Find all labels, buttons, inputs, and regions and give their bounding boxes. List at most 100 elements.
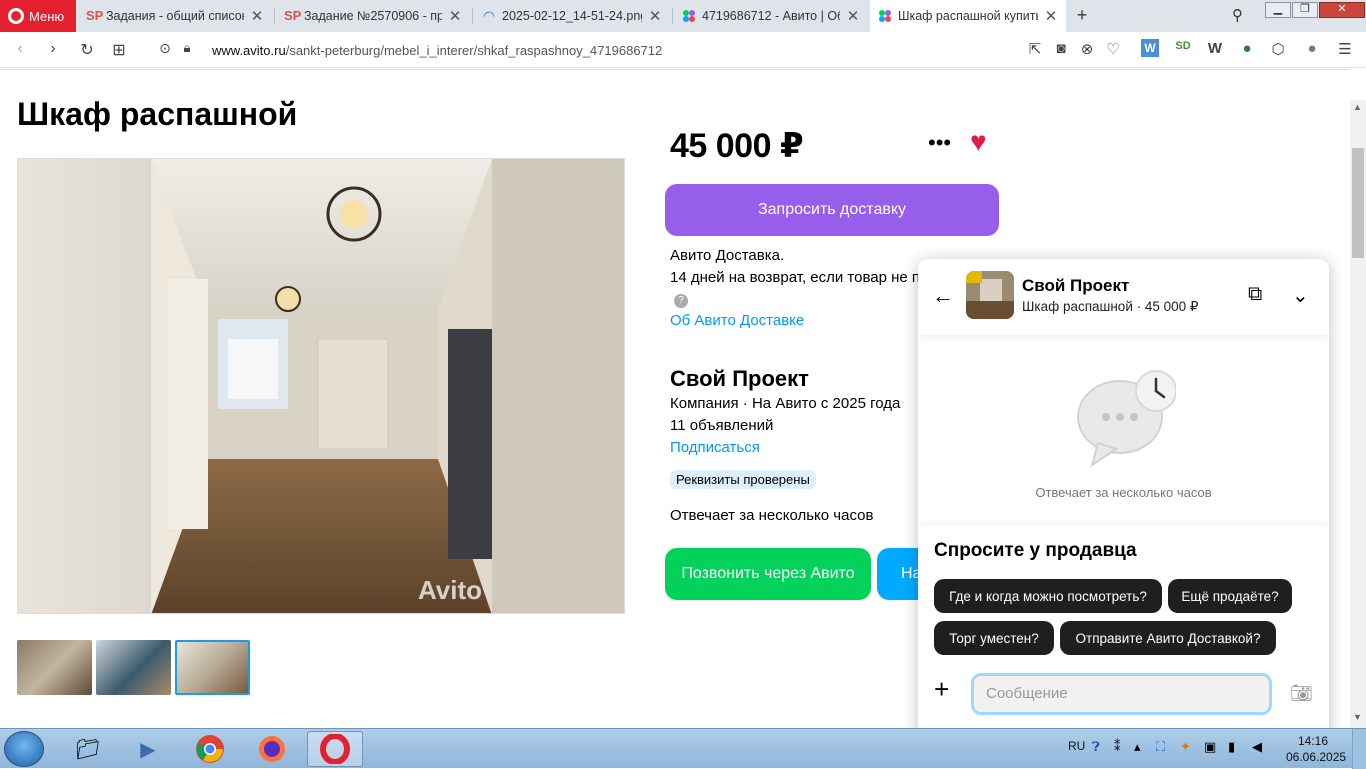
back-button[interactable]: ‹ bbox=[10, 40, 30, 58]
camera-icon[interactable]: 📷︎ bbox=[1290, 683, 1313, 704]
share-icon[interactable]: ⇱ bbox=[1025, 40, 1045, 58]
new-tab-button[interactable]: + bbox=[1072, 5, 1092, 26]
quick-question-chip[interactable]: Отправите Авито Доставкой? bbox=[1060, 621, 1276, 655]
url-host: www.avito.ru bbox=[212, 43, 286, 58]
maximize-button[interactable]: ❐ bbox=[1292, 2, 1318, 18]
volume-icon[interactable]: ◀ bbox=[1252, 739, 1262, 755]
adblock-icon[interactable]: ⊗ bbox=[1077, 40, 1097, 58]
word-extension-icon[interactable]: W bbox=[1141, 39, 1159, 57]
window-close-button[interactable]: ✕ bbox=[1319, 2, 1365, 18]
message-input[interactable]: Сообщение bbox=[971, 673, 1272, 715]
media-player-icon[interactable]: ▶ bbox=[120, 731, 176, 767]
tab-avito-ad[interactable]: 4719686712 - Авито | Объ ✕ bbox=[674, 0, 868, 32]
location-pin-icon[interactable]: ⊙ bbox=[155, 40, 175, 57]
sp-favicon-icon: SP bbox=[86, 8, 104, 23]
minimize-button[interactable]: ▁ bbox=[1265, 2, 1291, 18]
language-indicator[interactable]: RU bbox=[1068, 739, 1085, 753]
taskbar: 📁︎ ▶ RU ❓︎ ⁑ ▴ ⛶ ✦ ▣ ▮ ◀ 14:16 06.06.202… bbox=[0, 728, 1366, 769]
tab-title: Задания - общий список з bbox=[106, 9, 244, 23]
quick-question-chip[interactable]: Где и когда можно посмотреть? bbox=[934, 579, 1162, 613]
close-icon[interactable]: ✕ bbox=[1044, 7, 1058, 25]
opera-menu-button[interactable]: Меню bbox=[0, 0, 76, 32]
chat-reply-note: Отвечает за несколько часов bbox=[1035, 485, 1212, 500]
image-favicon-icon: ◠ bbox=[483, 8, 495, 23]
clock-time[interactable]: 14:16 bbox=[1298, 734, 1328, 748]
call-via-avito-button[interactable]: Позвонить через Авито bbox=[665, 548, 871, 600]
start-button[interactable] bbox=[4, 731, 44, 767]
profile-avatar-icon[interactable]: ● bbox=[1302, 40, 1322, 57]
close-icon[interactable]: ✕ bbox=[846, 7, 860, 25]
tab-task-2570906[interactable]: SP Задание №2570906 - прос ✕ bbox=[276, 0, 470, 32]
device-tray-icon[interactable]: ▣ bbox=[1204, 739, 1216, 755]
seller-ads-count[interactable]: 11 объявлений bbox=[670, 417, 773, 434]
easy-setup-icon[interactable]: ☰ bbox=[1335, 40, 1355, 58]
close-icon[interactable]: ✕ bbox=[250, 7, 264, 25]
seller-info: Компания · На Авито с 2025 года bbox=[670, 395, 901, 412]
tab-tasks-list[interactable]: SP Задания - общий список з ✕ bbox=[78, 0, 272, 32]
chevron-down-icon[interactable]: ⌄ bbox=[1292, 283, 1309, 308]
close-icon[interactable]: ✕ bbox=[448, 7, 462, 25]
app-tray-icon[interactable]: ✦ bbox=[1180, 739, 1191, 755]
subscribe-link[interactable]: Подписаться bbox=[670, 439, 760, 456]
thumbnail-2[interactable] bbox=[96, 640, 171, 695]
network-icon[interactable]: ▮ bbox=[1228, 739, 1235, 755]
opera-taskbar-icon[interactable] bbox=[307, 731, 363, 767]
seller-reply-time: Отвечает за несколько часов bbox=[670, 507, 874, 524]
sd-extension-icon[interactable]: SD bbox=[1173, 40, 1193, 52]
tab-wardrobe-active[interactable]: Шкаф распашной купить ✕ bbox=[870, 0, 1066, 32]
reload-button[interactable]: ↻ bbox=[77, 40, 97, 60]
open-external-icon[interactable]: ⧉ bbox=[1248, 283, 1262, 306]
help-question-icon[interactable]: ? bbox=[674, 294, 688, 308]
firefox-icon[interactable] bbox=[244, 731, 300, 767]
scroll-up-icon[interactable]: ▲ bbox=[1353, 102, 1362, 112]
main-photo[interactable]: Avito bbox=[17, 158, 625, 614]
sp-favicon-icon: SP bbox=[284, 8, 302, 23]
scroll-down-icon[interactable]: ▼ bbox=[1353, 712, 1362, 722]
chat-item-line: Шкаф распашной · 45 000 ₽ bbox=[1022, 299, 1199, 314]
request-delivery-button[interactable]: Запросить доставку bbox=[665, 184, 999, 236]
show-desktop-button[interactable] bbox=[1352, 729, 1366, 769]
verified-badge: Реквизиты проверены bbox=[670, 470, 816, 489]
forward-button[interactable]: › bbox=[43, 40, 63, 58]
quick-question-chip[interactable]: Ещё продаёте? bbox=[1168, 579, 1292, 613]
help-tray-icon[interactable]: ❓︎ bbox=[1092, 739, 1100, 755]
close-icon[interactable]: ✕ bbox=[648, 7, 662, 25]
chat-seller-name: Свой Проект bbox=[1022, 276, 1130, 295]
camera-snapshot-icon[interactable]: ◙ bbox=[1051, 40, 1071, 57]
scroll-thumb[interactable] bbox=[1352, 148, 1364, 258]
chrome-icon[interactable] bbox=[182, 731, 238, 767]
url-field[interactable]: www.avito.ru/sankt-peterburg/mebel_i_int… bbox=[212, 43, 662, 58]
bookmark-heart-icon[interactable]: ♡ bbox=[1103, 40, 1123, 58]
w-extension-icon[interactable]: W bbox=[1205, 40, 1225, 57]
tab-title: Задание №2570906 - прос bbox=[304, 9, 442, 23]
tab-search-icon[interactable]: ⚲ bbox=[1232, 6, 1243, 24]
more-options-icon[interactable]: ••• bbox=[928, 130, 951, 156]
screenshot-tray-icon[interactable]: ⛶ bbox=[1156, 739, 1165, 755]
quick-question-chip[interactable]: Торг уместен? bbox=[934, 621, 1054, 655]
clock-date[interactable]: 06.06.2025 bbox=[1286, 750, 1346, 764]
explorer-icon[interactable]: 📁︎ bbox=[60, 731, 116, 767]
attach-plus-icon[interactable]: + bbox=[934, 676, 949, 702]
vk-extension-icon[interactable]: ● bbox=[1237, 40, 1257, 57]
box-extension-icon[interactable]: ⬡ bbox=[1268, 40, 1288, 58]
tab-title: 4719686712 - Авито | Объ bbox=[702, 9, 840, 23]
delivery-line-2: 14 дней на возврат, если товар не п bbox=[670, 269, 921, 286]
thumbnail-1[interactable] bbox=[17, 640, 92, 695]
back-arrow-icon[interactable]: ← bbox=[932, 283, 954, 309]
speed-dial-icon[interactable]: ⊞ bbox=[109, 40, 129, 60]
tray-expand-icon[interactable]: ▴ bbox=[1134, 739, 1141, 755]
thumbnail-3-selected[interactable] bbox=[175, 640, 250, 695]
avito-page: Шкаф распашной Avito 45 000 ₽ ••• ♥ Запр… bbox=[0, 69, 1350, 729]
favorite-heart-icon[interactable]: ♥ bbox=[970, 126, 987, 158]
seller-name[interactable]: Свой Проект bbox=[670, 366, 809, 392]
ask-seller-title: Спросите у продавца bbox=[934, 540, 1137, 561]
about-delivery-link[interactable]: Об Авито Доставке bbox=[670, 312, 804, 329]
opera-menu-label: Меню bbox=[29, 8, 65, 24]
tab-bar: Меню SP Задания - общий список з ✕ SP За… bbox=[0, 0, 1366, 32]
page-scrollbar[interactable]: ▲ ▼ bbox=[1350, 100, 1366, 728]
tab-screenshot-png[interactable]: ◠ 2025-02-12_14-51-24.png ✕ bbox=[474, 0, 670, 32]
lock-icon[interactable]: 🔒︎ bbox=[177, 40, 197, 56]
tray-menu-icon[interactable]: ⁑ bbox=[1114, 739, 1121, 755]
chat-item-avatar[interactable] bbox=[966, 271, 1014, 319]
chat-popup: ← Свой Проект Шкаф распашной · 45 000 ₽ … bbox=[918, 259, 1329, 729]
